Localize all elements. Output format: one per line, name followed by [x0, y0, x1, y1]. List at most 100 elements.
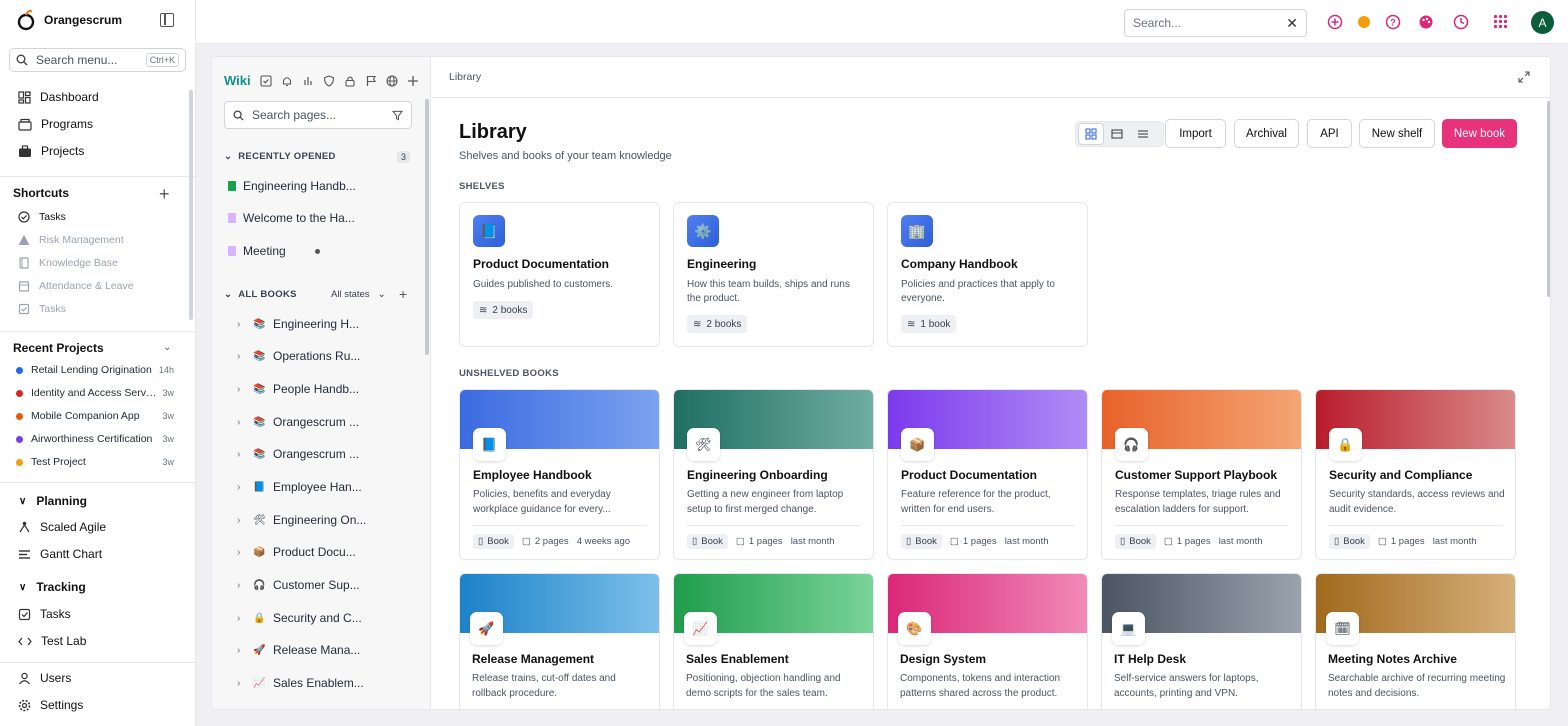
book-card[interactable]: 📈 Sales Enablement Positioning, objectio… [673, 573, 874, 709]
nav-gantt-chart[interactable]: Gantt Chart [18, 547, 102, 561]
task-check-icon[interactable] [260, 74, 272, 87]
import-button[interactable]: Import [1165, 119, 1226, 148]
chevron-right-icon[interactable]: › [237, 678, 245, 689]
chevron-right-icon[interactable]: › [237, 351, 245, 362]
wiki-title[interactable]: Wiki [224, 73, 251, 88]
recent-page-item[interactable]: Engineering Handb... [228, 179, 356, 193]
recent-project-item[interactable]: Retail Lending Origination 14h [16, 364, 174, 376]
book-card[interactable]: 🚀 Release Management Release trains, cut… [459, 573, 660, 709]
user-avatar[interactable]: A [1531, 11, 1554, 34]
book-tree-item[interactable]: › 📚 People Handb... [237, 382, 359, 396]
archival-button[interactable]: Archival [1234, 119, 1299, 148]
chevron-right-icon[interactable]: › [237, 580, 245, 591]
chevron-right-icon[interactable]: › [237, 645, 245, 656]
book-tree-item[interactable]: › 📦 Product Docu... [237, 545, 356, 559]
book-tree-item[interactable]: › 📚 Orangescrum ... [237, 447, 359, 461]
collapse-sidebar-icon[interactable] [160, 13, 174, 27]
clock-icon[interactable] [1453, 14, 1469, 30]
book-tree-item[interactable]: › 🚀 Release Mana... [237, 643, 360, 657]
book-tree-item[interactable]: › 🎧 Customer Sup... [237, 578, 360, 592]
add-circle-icon[interactable] [1327, 14, 1343, 30]
expand-icon[interactable] [1518, 71, 1530, 83]
lock-icon[interactable] [344, 75, 356, 87]
filter-icon[interactable] [392, 110, 403, 121]
nav-scaled-agile[interactable]: Scaled Agile [18, 520, 106, 534]
book-card[interactable]: 🎨 Design System Components, tokens and i… [887, 573, 1088, 709]
bar-chart-icon[interactable] [302, 75, 314, 87]
book-card[interactable]: 🗓 Meeting Notes Archive Searchable archi… [1315, 573, 1516, 709]
all-books-toggle[interactable]: ⌄ ALL BOOKS [224, 289, 297, 300]
shortcut-risk-management[interactable]: Risk Management [18, 234, 124, 246]
list-view-button[interactable] [1130, 123, 1156, 145]
chevron-right-icon[interactable]: › [237, 547, 245, 558]
book-card[interactable]: 💻 IT Help Desk Self-service answers for … [1101, 573, 1302, 709]
book-card[interactable]: 📦 Product Documentation Feature referenc… [887, 389, 1088, 560]
book-tree-item[interactable]: › 🛠 Engineering On... [237, 513, 366, 527]
shortcut-knowledge-base[interactable]: Knowledge Base [18, 257, 118, 269]
new-shelf-button[interactable]: New shelf [1359, 119, 1435, 148]
flag-icon[interactable] [365, 75, 377, 87]
wiki-search[interactable]: Search pages... [224, 101, 412, 129]
nav-tasks[interactable]: Tasks [18, 607, 71, 621]
shortcut-tasks-2[interactable]: Tasks [18, 303, 66, 315]
state-filter-dropdown[interactable]: All states ⌄ [331, 289, 386, 300]
tracking-group[interactable]: ∨ Tracking [19, 580, 86, 594]
apps-grid-icon[interactable] [1493, 14, 1508, 29]
bell-icon[interactable] [281, 75, 293, 87]
global-search[interactable]: Search... ✕ [1124, 9, 1307, 37]
nav-test-lab[interactable]: Test Lab [18, 634, 86, 648]
shortcut-tasks[interactable]: Tasks [18, 211, 66, 223]
shelf-card[interactable]: ⚙️ Engineering How this team builds, shi… [673, 202, 874, 347]
book-tree-item[interactable]: › 📚 Engineering H... [237, 317, 359, 331]
book-tree-item[interactable]: › 📈 Sales Enablem... [237, 676, 364, 690]
chevron-right-icon[interactable]: › [237, 449, 245, 460]
add-book-button[interactable]: + [399, 286, 407, 302]
recent-project-item[interactable]: Test Project 3w [16, 456, 174, 468]
recent-project-item[interactable]: Airworthiness Certification 3w [16, 433, 174, 445]
nav-projects[interactable]: Projects [18, 144, 84, 158]
recent-project-item[interactable]: Identity and Access Servi... 3w [16, 387, 174, 399]
recent-project-item[interactable]: Mobile Companion App 3w [16, 410, 174, 422]
chevron-right-icon[interactable]: › [237, 613, 245, 624]
nav-users[interactable]: Users [18, 671, 71, 685]
palette-icon[interactable] [1418, 14, 1434, 30]
shortcut-attendance-leave[interactable]: Attendance & Leave [18, 280, 134, 292]
book-tree-item[interactable]: › 🔒 Security and C... [237, 611, 362, 625]
brand[interactable]: Orangescrum [16, 9, 122, 31]
plus-icon[interactable] [407, 75, 419, 87]
shelf-card[interactable]: 🏢 Company Handbook Policies and practice… [887, 202, 1088, 347]
new-book-button[interactable]: New book [1442, 119, 1517, 148]
add-shortcut-button[interactable]: + [159, 185, 170, 203]
grid-view-button[interactable] [1078, 123, 1104, 145]
api-button[interactable]: API [1307, 119, 1352, 148]
chevron-right-icon[interactable]: › [237, 319, 245, 330]
nav-programs[interactable]: Programs [18, 117, 93, 131]
help-icon[interactable]: ? [1385, 14, 1401, 30]
menu-search[interactable]: Search menu... Ctrl+K [9, 48, 186, 72]
book-card[interactable]: 📘 Employee Handbook Policies, benefits a… [459, 389, 660, 560]
book-tree-item[interactable]: › 📚 Operations Ru... [237, 349, 360, 363]
recently-opened-toggle[interactable]: ⌄ RECENTLY OPENED [224, 151, 336, 162]
content-scrollbar[interactable] [1547, 101, 1550, 297]
planning-group[interactable]: ∨ Planning [19, 494, 87, 508]
book-card[interactable]: 🔒 Security and Compliance Security stand… [1315, 389, 1516, 560]
chevron-right-icon[interactable]: › [237, 515, 245, 526]
nav-dashboard[interactable]: Dashboard [18, 90, 99, 104]
globe-icon[interactable] [386, 74, 398, 87]
book-card[interactable]: 🎧 Customer Support Playbook Response tem… [1101, 389, 1302, 560]
chevron-right-icon[interactable]: › [237, 482, 245, 493]
sidebar-scrollbar[interactable] [189, 90, 193, 320]
status-dot-icon[interactable] [1357, 14, 1371, 30]
card-view-button[interactable] [1104, 123, 1130, 145]
chevron-right-icon[interactable]: › [237, 417, 245, 428]
recent-page-item[interactable]: Meeting [228, 244, 320, 258]
chevron-down-icon[interactable]: ⌄ [163, 342, 171, 353]
book-tree-item[interactable]: › 📘 Employee Han... [237, 480, 362, 494]
book-tree-item[interactable]: › 📚 Orangescrum ... [237, 415, 359, 429]
shelf-card[interactable]: 📘 Product Documentation Guides published… [459, 202, 660, 347]
close-icon[interactable]: ✕ [1286, 15, 1298, 32]
breadcrumb[interactable]: Library [449, 71, 481, 83]
recent-page-item[interactable]: Welcome to the Ha... [228, 211, 355, 225]
chevron-right-icon[interactable]: › [237, 384, 245, 395]
nav-settings[interactable]: Settings [18, 698, 83, 712]
